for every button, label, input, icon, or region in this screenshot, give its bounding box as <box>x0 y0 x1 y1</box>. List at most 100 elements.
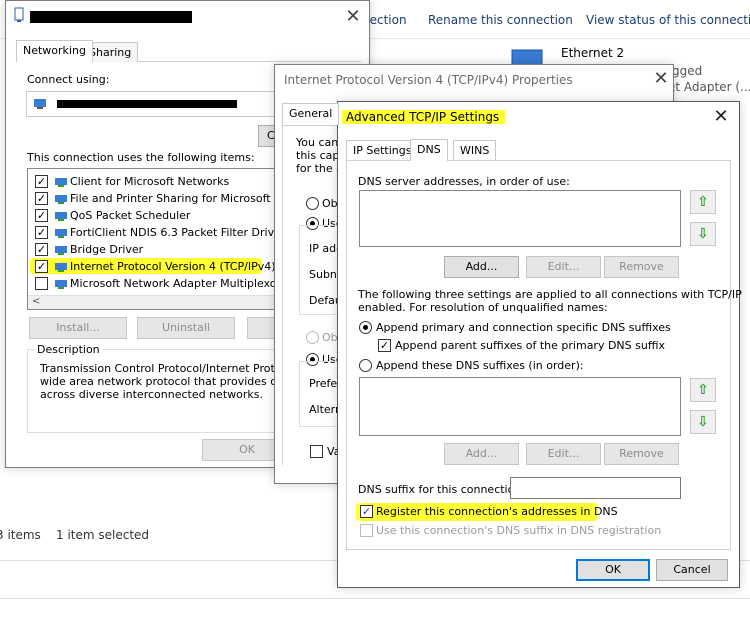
suffix-move-down-icon[interactable]: ⇩ <box>690 410 716 434</box>
dns-remove-button[interactable]: Remove <box>604 256 679 278</box>
component-icon <box>54 210 68 222</box>
redacted-adapter-name <box>57 100 237 108</box>
toolbar-view-status[interactable]: View status of this connection <box>586 13 750 27</box>
tab-ip-settings[interactable]: IP Settings <box>346 140 419 160</box>
properties-close-icon[interactable]: ✕ <box>339 5 367 29</box>
properties-titlebar: ✕ <box>6 1 369 31</box>
component-list-item[interactable]: ✓ QoS Packet Scheduler <box>28 207 277 224</box>
dns-move-up-icon[interactable]: ⇧ <box>690 190 716 214</box>
description-line-2: wide area network protocol that provides… <box>40 375 286 388</box>
component-icon <box>54 227 68 239</box>
adapter-name[interactable]: Ethernet 2 <box>561 46 624 60</box>
component-label: Client for Microsoft Networks <box>70 175 230 188</box>
dns-add-button[interactable]: Add... <box>444 256 519 278</box>
status-item-count: 3 items <box>0 528 41 542</box>
tab-dns[interactable]: DNS <box>410 139 448 161</box>
advanced-ok-button[interactable]: OK <box>576 559 650 581</box>
obtain-dns-radio[interactable] <box>306 331 319 344</box>
component-list-item[interactable]: ✓ FortiClient NDIS 6.3 Packet Filter Driv… <box>28 224 278 241</box>
component-label: File and Printer Sharing for Microsoft N… <box>70 192 277 205</box>
uninstall-button[interactable]: Uninstall <box>137 317 235 339</box>
description-line-3: across diverse interconnected networks. <box>40 388 263 401</box>
append-primary-label: Append primary and connection specific D… <box>376 321 671 334</box>
append-parent-label: Append parent suffixes of the primary DN… <box>395 339 665 352</box>
use-suffix-label: Use this connection's DNS suffix in DNS … <box>376 524 662 537</box>
adapter-field <box>26 91 286 117</box>
dns-servers-list[interactable] <box>359 190 681 247</box>
advanced-close-icon[interactable]: ✕ <box>707 105 735 129</box>
validate-checkbox[interactable] <box>310 445 323 458</box>
ipv4-titlebar: Internet Protocol Version 4 (TCP/IPv4) P… <box>275 65 673 95</box>
register-dns-label: Register this connection's addresses in … <box>376 505 618 518</box>
component-icon <box>54 278 68 290</box>
component-label: Internet Protocol Version 4 (TCP/IPv4) <box>70 260 276 273</box>
component-checkbox[interactable]: ✓ <box>35 243 48 256</box>
connect-using-label: Connect using: <box>27 73 110 86</box>
adapter-device: et Adapter (... <box>668 80 750 94</box>
component-label: Bridge Driver <box>70 243 144 256</box>
status-selected-count: 1 item selected <box>56 528 150 542</box>
suffix-move-up-icon[interactable]: ⇧ <box>690 378 716 402</box>
toolbar-rename-connection[interactable]: Rename this connection <box>428 13 573 27</box>
component-label: FortiClient NDIS 6.3 Packet Filter Drive… <box>70 226 278 239</box>
dns-edit-button[interactable]: Edit... <box>526 256 601 278</box>
install-button[interactable]: Install... <box>29 317 127 339</box>
component-checkbox[interactable]: ✓ <box>35 226 48 239</box>
info-line-2: enabled. For resolution of unqualified n… <box>358 301 608 314</box>
append-these-label: Append these DNS suffixes (in order): <box>376 359 584 372</box>
bottom-divider-2 <box>0 598 750 599</box>
component-checkbox[interactable]: ✓ <box>35 192 48 205</box>
ipv4-close-icon[interactable]: ✕ <box>647 67 675 91</box>
items-label: This connection uses the following items… <box>27 151 255 164</box>
info-line-1: The following three settings are applied… <box>358 288 742 301</box>
description-line-1: Transmission Control Protocol/Internet P… <box>40 362 286 375</box>
append-parent-checkbox[interactable]: ✓ <box>378 339 391 352</box>
redacted-title <box>30 11 192 23</box>
append-these-radio[interactable] <box>359 359 372 372</box>
ipv4-intro-1: You can <box>296 136 339 149</box>
components-list: ✓ Client for Microsoft Networks ✓ File and … <box>27 168 278 310</box>
suffix-edit-button[interactable]: Edit... <box>526 443 601 465</box>
advanced-tcpip-window: Advanced TCP/IP Settings ✕ IP Settings D… <box>337 101 742 588</box>
component-checkbox[interactable]: ✓ <box>35 260 48 273</box>
dns-suffixes-list[interactable] <box>359 377 681 436</box>
dns-suffix-label: DNS suffix for this connection: <box>358 483 526 496</box>
advanced-cancel-button[interactable]: Cancel <box>656 559 728 581</box>
ipv4-intro-3: for the a <box>296 162 343 175</box>
dns-suffix-input[interactable] <box>510 477 681 499</box>
component-icon <box>54 176 68 188</box>
tab-wins[interactable]: WINS <box>453 140 497 160</box>
component-icon <box>54 261 68 273</box>
suffix-remove-button[interactable]: Remove <box>604 443 679 465</box>
component-list-item[interactable]: ✓ Bridge Driver <box>28 241 277 258</box>
network-adapter-icon <box>33 98 47 110</box>
component-list-item[interactable]: ✓ Client for Microsoft Networks <box>28 173 277 190</box>
append-primary-radio[interactable] <box>359 321 372 334</box>
tab-networking[interactable]: Networking <box>16 40 93 62</box>
suffix-add-button[interactable]: Add... <box>444 443 519 465</box>
description-label: Description <box>34 343 103 356</box>
properties-window-icon <box>14 7 26 23</box>
obtain-ip-radio[interactable] <box>306 197 319 210</box>
tab-general[interactable]: General <box>282 103 340 125</box>
component-list-item[interactable]: Microsoft Network Adapter Multiplexor Pr… <box>28 275 278 292</box>
register-dns-checkbox[interactable]: ✓ <box>360 505 373 518</box>
component-list-item[interactable]: ✓ Internet Protocol Version 4 (TCP/IPv4) <box>28 258 277 275</box>
use-suffix-checkbox[interactable] <box>360 524 373 537</box>
component-icon <box>54 244 68 256</box>
advanced-window-title: Advanced TCP/IP Settings <box>342 110 506 124</box>
adapter-status: gged <box>672 64 703 78</box>
advanced-titlebar: Advanced TCP/IP Settings ✕ <box>338 102 739 132</box>
dns-move-down-icon[interactable]: ⇩ <box>690 222 716 246</box>
component-checkbox[interactable]: ✓ <box>35 209 48 222</box>
component-label: QoS Packet Scheduler <box>70 209 191 222</box>
component-checkbox[interactable] <box>35 277 48 290</box>
component-list-item[interactable]: ✓ File and Printer Sharing for Microsoft … <box>28 190 277 207</box>
horizontal-scrollbar[interactable]: < <box>28 295 277 309</box>
ipv4-window-title: Internet Protocol Version 4 (TCP/IPv4) P… <box>284 73 573 87</box>
dns-servers-label: DNS server addresses, in order of use: <box>358 175 570 188</box>
component-checkbox[interactable]: ✓ <box>35 175 48 188</box>
scroll-left-icon[interactable]: < <box>32 296 40 307</box>
component-icon <box>54 193 68 205</box>
component-label: Microsoft Network Adapter Multiplexor Pr… <box>70 277 278 290</box>
